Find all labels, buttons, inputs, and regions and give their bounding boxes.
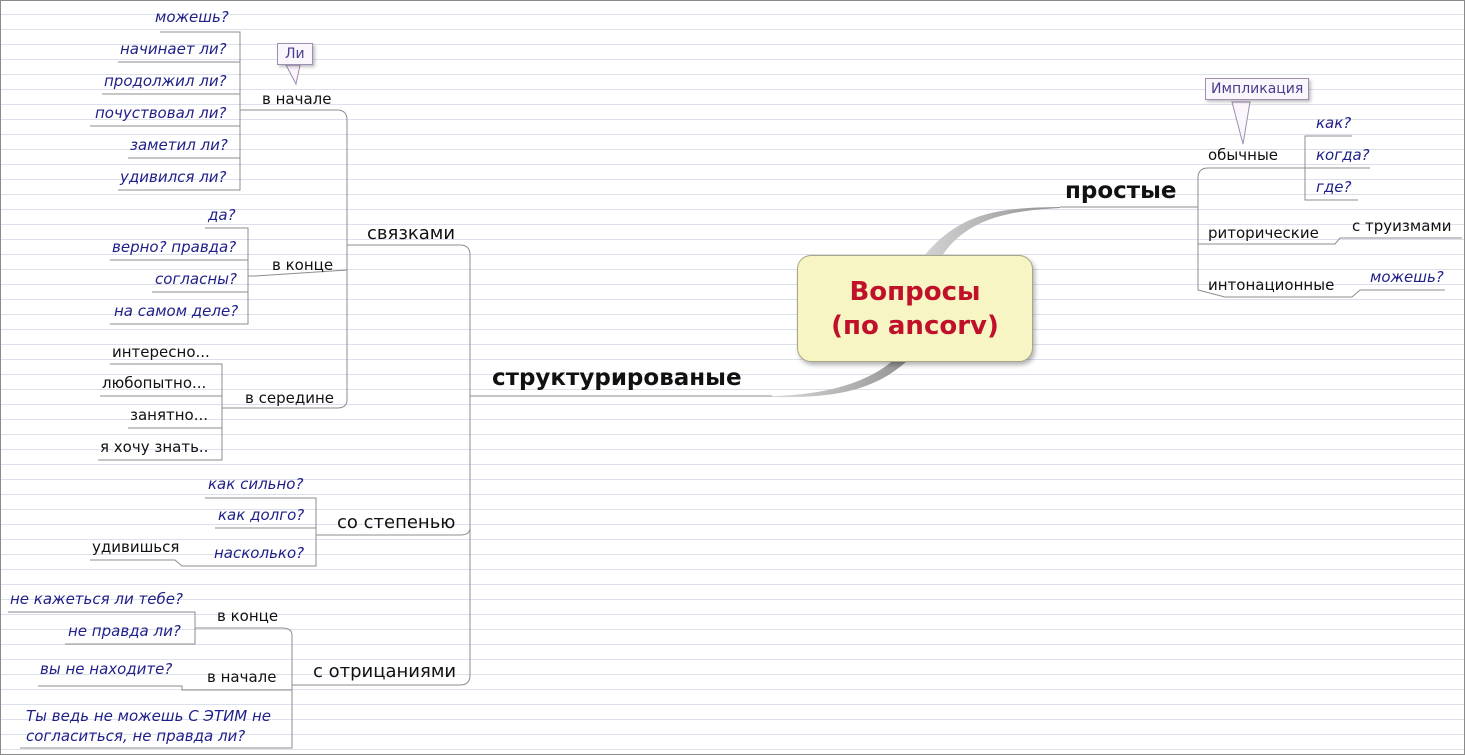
topic-rhetorical[interactable]: риторические [1208, 226, 1319, 241]
leaf-did-continue[interactable]: продолжил ли? [104, 74, 227, 89]
leaf-can-you-intonation[interactable]: можешь? [1370, 270, 1444, 285]
leaf-you-cant-line1[interactable]: Ты ведь не можешь С ЭТИМ не [26, 709, 271, 724]
callout-li[interactable]: Ли [277, 43, 313, 65]
topic-connectors-end[interactable]: в конце [272, 258, 333, 273]
leaf-was-surprised[interactable]: удивился ли? [120, 170, 227, 185]
topic-degree[interactable]: со степенью [337, 514, 455, 532]
leaf-want-to-know[interactable]: я хочу знать.. [100, 440, 208, 455]
leaf-isnt-it-true[interactable]: не правда ли? [68, 624, 181, 639]
topic-negation[interactable]: с отрицаниями [313, 663, 456, 681]
topic-intonation[interactable]: интонационные [1208, 278, 1334, 293]
leaf-can-you[interactable]: можешь? [155, 10, 229, 25]
leaf-right-true[interactable]: верно? правда? [112, 240, 236, 255]
central-topic-line2: (по ancorv) [831, 310, 999, 341]
leaf-you-cant-line2[interactable]: согласиться, не правда ли? [26, 729, 245, 744]
leaf-dont-you-find[interactable]: вы не находите? [40, 662, 172, 677]
topic-connectors-beginning[interactable]: в начале [262, 92, 331, 107]
topic-connectors[interactable]: связками [367, 225, 455, 243]
leaf-did-feel[interactable]: почуствовал ли? [95, 106, 226, 121]
leaf-did-notice[interactable]: заметил ли? [130, 138, 228, 153]
topic-ordinary[interactable]: обычные [1208, 148, 1278, 163]
leaf-how-strongly[interactable]: как сильно? [208, 477, 303, 492]
leaf-where[interactable]: где? [1316, 180, 1351, 195]
leaf-will-be-surprised[interactable]: удивишься [92, 540, 179, 555]
leaf-how-long[interactable]: как долго? [218, 508, 304, 523]
central-topic-line1: Вопросы [849, 276, 981, 307]
leaf-how[interactable]: как? [1316, 116, 1351, 131]
leaf-doesnt-it-seem[interactable]: не кажеться ли тебе? [10, 592, 183, 607]
leaf-really[interactable]: на самом деле? [114, 304, 238, 319]
callout-pointer-li [285, 64, 301, 86]
topic-negation-beginning[interactable]: в начале [207, 670, 276, 685]
topic-connectors-middle[interactable]: в середине [245, 391, 334, 406]
topic-structured[interactable]: структурированые [492, 367, 742, 390]
leaf-interesting[interactable]: интересно... [112, 345, 210, 360]
leaf-how-much[interactable]: насколько? [214, 546, 304, 561]
leaf-when[interactable]: когда? [1316, 148, 1370, 163]
topic-simple[interactable]: простые [1065, 180, 1177, 203]
leaf-agree[interactable]: согласны? [155, 272, 237, 287]
central-topic[interactable]: Вопросы (по ancorv) [797, 255, 1033, 362]
leaf-entertaining[interactable]: занятно... [130, 408, 208, 423]
callout-implication[interactable]: Импликация [1205, 78, 1310, 100]
callout-pointer-implication [1231, 101, 1251, 145]
leaf-truisms[interactable]: с труизмами [1352, 219, 1451, 234]
leaf-curious[interactable]: любопытно... [102, 376, 206, 391]
leaf-yes[interactable]: да? [208, 208, 236, 223]
leaf-does-begin[interactable]: начинает ли? [120, 42, 227, 57]
topic-negation-end[interactable]: в конце [217, 609, 278, 624]
